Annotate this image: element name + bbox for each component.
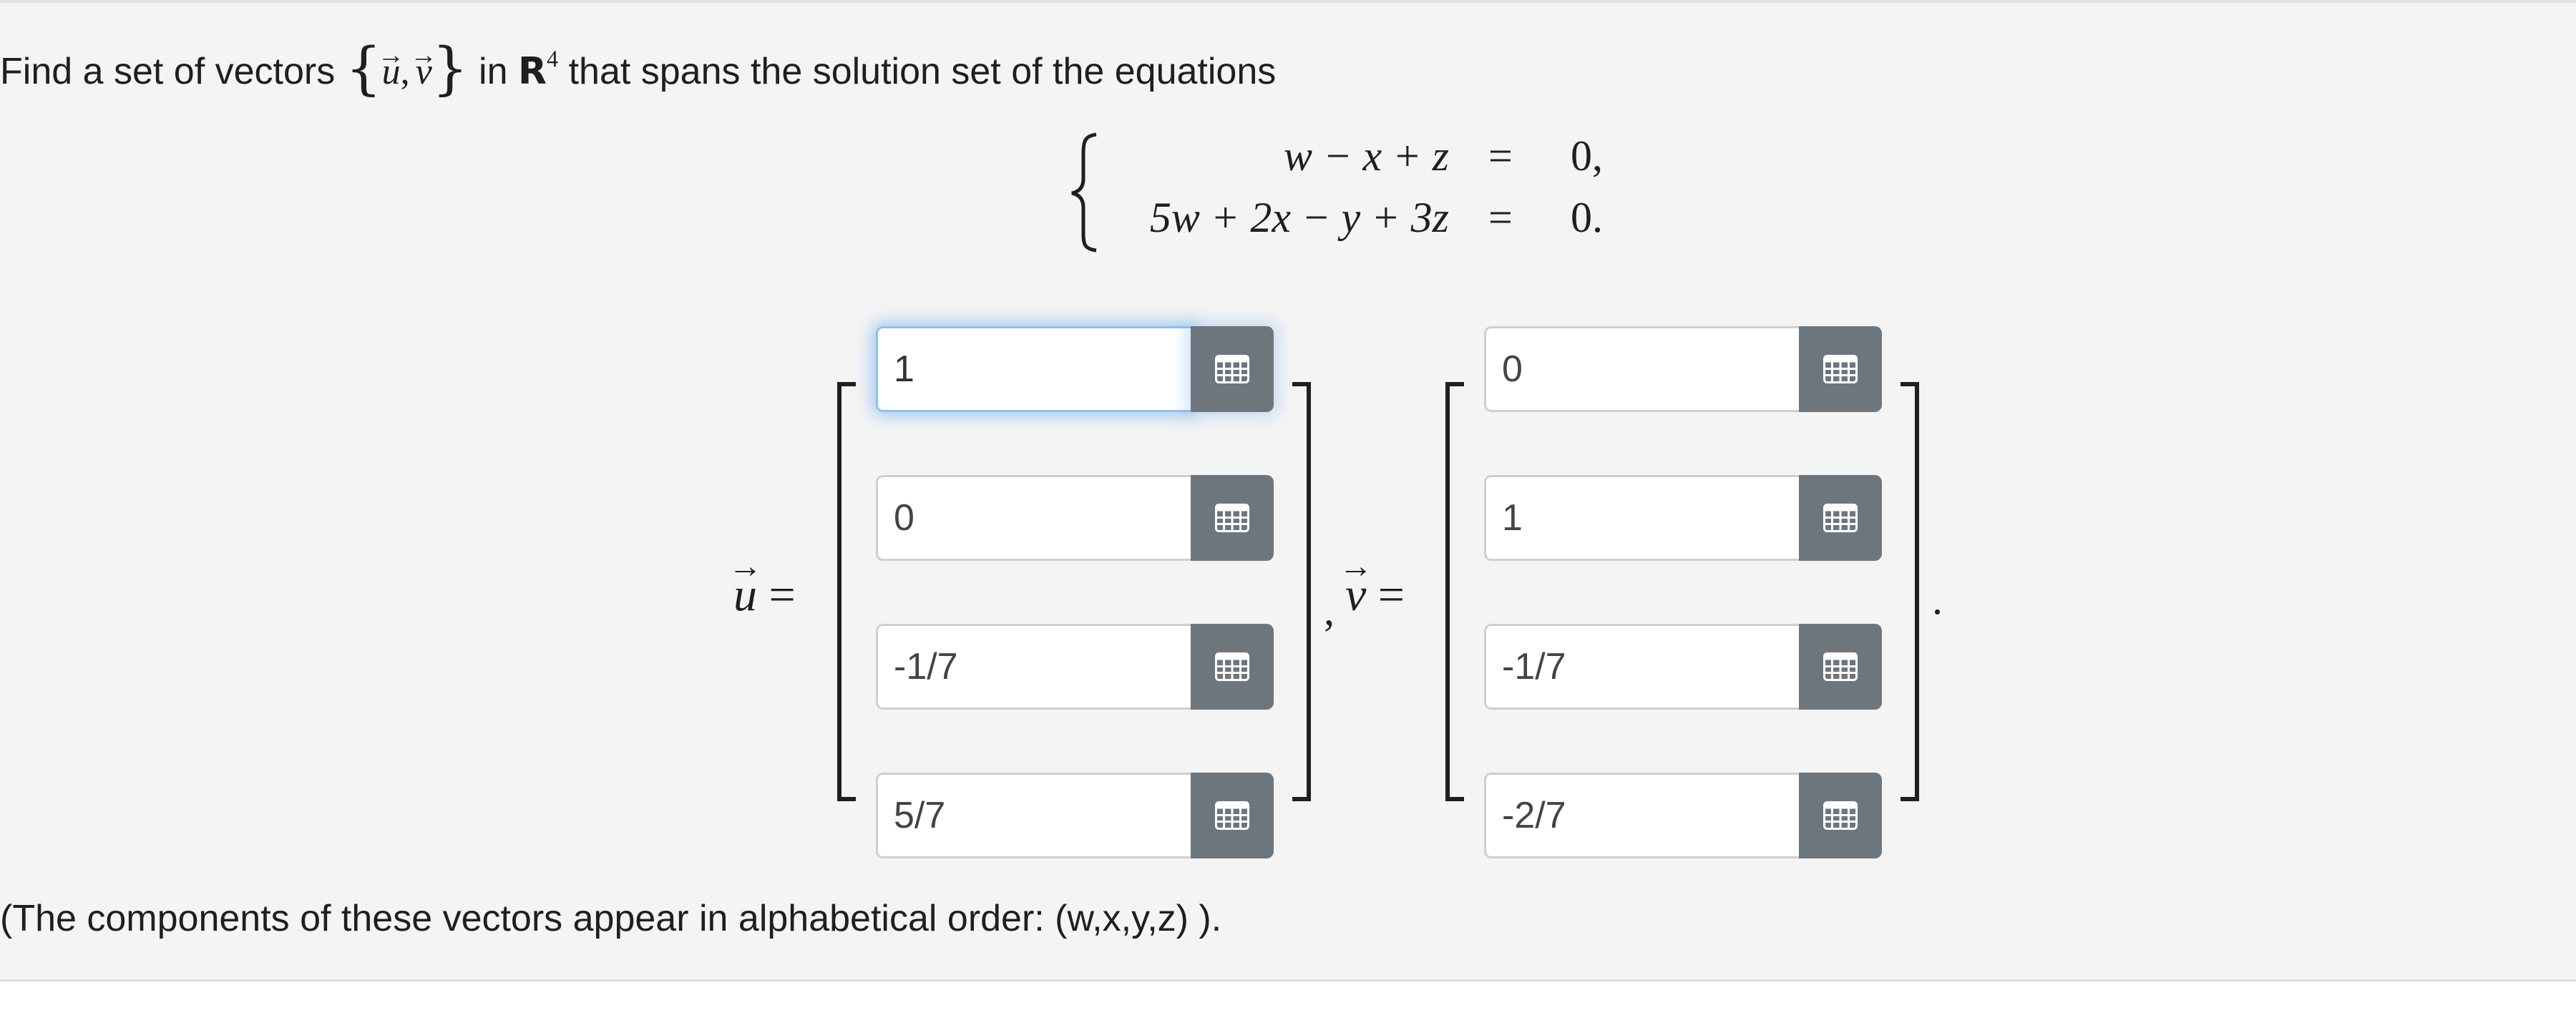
grid-icon <box>1215 801 1249 830</box>
vector-v-x-input[interactable] <box>1484 475 1799 561</box>
equation-row-2: 5w + 2x − y + 3z = 0. <box>0 193 2576 250</box>
vector-v-entry-4 <box>1484 773 1882 858</box>
matrix-button[interactable] <box>1799 326 1882 412</box>
equation-1-lhs: w − x + z <box>1284 132 1449 180</box>
vector-u-left-bracket <box>837 382 856 801</box>
vector-u-z-input[interactable] <box>876 773 1191 858</box>
vector-u-w-input[interactable] <box>876 326 1191 412</box>
matrix-button[interactable] <box>1191 475 1274 561</box>
vector-v-right-bracket <box>1901 382 1919 801</box>
real-space-symbol: R <box>517 50 547 93</box>
set-vector-u: u <box>382 44 401 101</box>
grid-icon <box>1823 355 1858 383</box>
vector-u-entry-1 <box>876 326 1274 412</box>
vector-v-z-input[interactable] <box>1484 773 1799 858</box>
grid-icon <box>1823 652 1858 681</box>
matrix-button[interactable] <box>1191 326 1274 412</box>
vector-v-entry-1 <box>1484 326 1882 412</box>
equation-row-1: w − x + z = 0, <box>0 132 2576 189</box>
equation-2-rhs: 0. <box>1571 194 1603 241</box>
vector-u-entry-4 <box>876 773 1274 858</box>
vector-u-right-bracket <box>1292 382 1311 801</box>
vector-v-symbol: v <box>1345 568 1366 622</box>
vector-v-left-bracket <box>1445 382 1464 801</box>
vector-v-label: v = <box>1345 568 1405 622</box>
matrix-button[interactable] <box>1799 624 1882 710</box>
matrix-button[interactable] <box>1799 773 1882 858</box>
vector-v-y-input[interactable] <box>1484 624 1799 710</box>
prompt-suffix: that spans the solution set of the equat… <box>568 51 1277 92</box>
end-period: . <box>1932 576 1943 623</box>
vector-u-symbol: u <box>733 568 757 622</box>
grid-icon <box>1215 652 1249 681</box>
matrix-button[interactable] <box>1191 773 1274 858</box>
component-order-note: (The components of these vectors appear … <box>0 898 1222 939</box>
vector-u-label: u = <box>733 568 796 622</box>
vector-u-equals: = <box>769 569 796 621</box>
space-dimension: 4 <box>547 45 559 72</box>
question-panel: Find a set of vectors {u,v} in R4 that s… <box>0 0 2576 982</box>
grid-icon <box>1823 504 1858 532</box>
matrix-button[interactable] <box>1191 624 1274 710</box>
vector-u-entry-3 <box>876 624 1274 710</box>
grid-icon <box>1823 801 1858 830</box>
equation-2-lhs: 5w + 2x − y + 3z <box>1149 194 1449 241</box>
matrix-button[interactable] <box>1799 475 1882 561</box>
equation-2-rel: = <box>1488 194 1513 241</box>
equation-1-rhs: 0, <box>1571 132 1603 180</box>
equation-1-rel: = <box>1488 132 1513 180</box>
vector-u-y-input[interactable] <box>876 624 1191 710</box>
vector-v-equals: = <box>1377 569 1405 621</box>
vector-u-entry-2 <box>876 475 1274 561</box>
prompt-prefix: Find a set of vectors <box>0 51 336 92</box>
question-prompt: Find a set of vectors {u,v} in R4 that s… <box>0 40 1276 104</box>
prompt-in: in <box>479 51 508 92</box>
grid-icon <box>1215 504 1249 532</box>
vector-u-x-input[interactable] <box>876 475 1191 561</box>
vector-v-entry-3 <box>1484 624 1882 710</box>
vector-v-w-input[interactable] <box>1484 326 1799 412</box>
grid-icon <box>1215 355 1249 383</box>
set-vector-v: v <box>416 44 432 101</box>
vector-v-entry-2 <box>1484 475 1882 561</box>
vector-separator: , <box>1324 587 1335 634</box>
